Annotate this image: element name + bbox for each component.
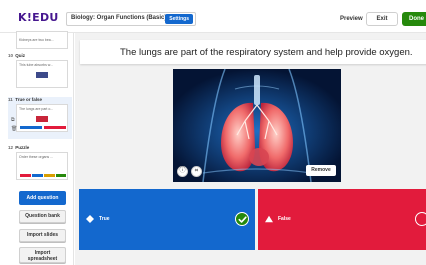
- slide-type: Puzzle: [15, 145, 30, 150]
- done-button[interactable]: Done: [402, 12, 426, 26]
- slide-thumbnail: Order these organs ...: [16, 152, 68, 180]
- thumbnail-image: [36, 116, 48, 122]
- import-spreadsheet-line2: spreadsheet: [27, 256, 58, 262]
- answer-label: False: [278, 216, 291, 222]
- thumbnail-answers: [20, 126, 66, 129]
- slide-preview-text: This tube absorbs w...: [19, 63, 54, 67]
- quiz-title: Biology: Organ Functions (Basic): [71, 15, 167, 21]
- slide-header: 10 Quiz: [8, 53, 72, 58]
- quiz-title-field[interactable]: Biology: Organ Functions (Basic) Setting…: [66, 12, 196, 26]
- import-spreadsheet-button[interactable]: Import spreadsheet: [19, 247, 66, 263]
- slide-header: 11 True or false: [8, 97, 72, 102]
- remove-image-button[interactable]: Remove: [306, 165, 336, 176]
- answer-false[interactable]: False: [258, 189, 426, 250]
- question-text: The lungs are part of the respiratory sy…: [120, 47, 413, 58]
- thumbnail-answers: [20, 174, 66, 177]
- correct-answer-checkmark-icon[interactable]: [235, 212, 249, 226]
- settings-button[interactable]: Settings: [165, 14, 193, 24]
- slide-item-true-or-false[interactable]: 11 True or false The lungs are part o...: [8, 97, 72, 139]
- slide-item-quiz[interactable]: 10 Quiz This tube absorbs w...: [8, 53, 72, 88]
- duplicate-icon[interactable]: ⧉: [11, 117, 15, 123]
- slide-number: 12: [8, 145, 14, 150]
- question-field[interactable]: The lungs are part of the respiratory sy…: [80, 40, 426, 64]
- import-slides-button[interactable]: Import slides: [19, 229, 66, 242]
- slide-thumbnail: This tube absorbs w...: [16, 60, 68, 88]
- app-logo[interactable]: K!EDU: [18, 11, 59, 24]
- slide-number: 10: [8, 53, 14, 58]
- crop-icon[interactable]: ⌗: [191, 166, 202, 177]
- slide-sidebar: Kidneys are two bea... 10 Quiz This tube…: [0, 31, 74, 265]
- question-editor: The lungs are part of the respiratory sy…: [75, 33, 426, 265]
- answer-true[interactable]: True: [79, 189, 255, 250]
- slide-number: 11: [8, 97, 13, 102]
- triangle-icon: [265, 215, 273, 223]
- preview-button[interactable]: Preview: [340, 16, 363, 22]
- mark-correct-toggle-icon[interactable]: [415, 212, 426, 226]
- slide-preview-text: Order these organs ...: [19, 155, 54, 159]
- slide-type: True or false: [15, 97, 43, 102]
- slide-preview-text: The lungs are part o...: [19, 107, 54, 111]
- slide-item[interactable]: Kidneys are two bea...: [8, 29, 72, 49]
- slide-header: 12 Puzzle: [8, 145, 72, 150]
- slide-thumbnail: Kidneys are two bea...: [16, 31, 68, 49]
- thumbnail-image: [36, 72, 48, 78]
- slide-thumbnail: The lungs are part o...: [16, 104, 68, 132]
- diamond-icon: [86, 215, 94, 223]
- image-info-icon[interactable]: ⓘ: [177, 166, 188, 177]
- question-bank-button[interactable]: Question bank: [19, 210, 66, 223]
- exit-button[interactable]: Exit: [366, 12, 398, 26]
- answer-label: True: [99, 216, 110, 222]
- slide-item-puzzle[interactable]: 12 Puzzle Order these organs ...: [8, 145, 72, 180]
- add-question-button[interactable]: Add question: [19, 191, 66, 205]
- slide-preview-text: Kidneys are two bea...: [19, 38, 54, 42]
- slide-type: Quiz: [15, 53, 26, 58]
- delete-icon[interactable]: 🗑: [11, 126, 17, 132]
- kahoot-editor: K!EDU Biology: Organ Functions (Basic) S…: [0, 0, 426, 265]
